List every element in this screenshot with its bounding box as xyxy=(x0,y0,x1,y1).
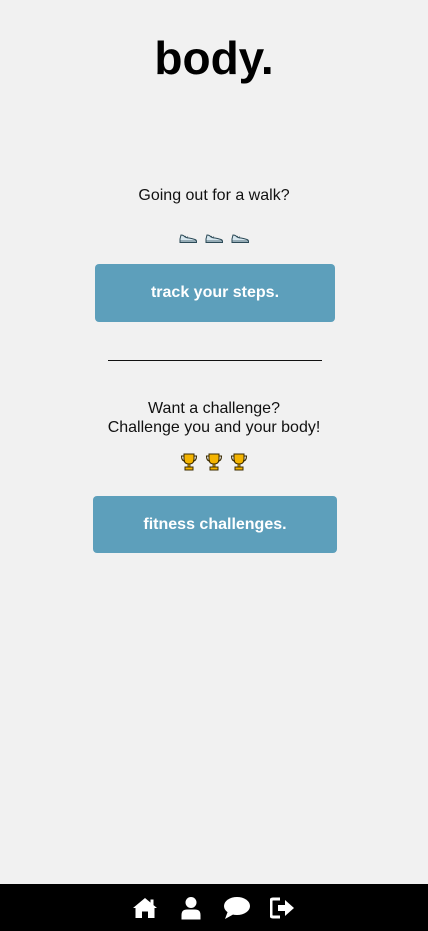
trophy-icon xyxy=(179,452,199,472)
track-steps-button[interactable]: track your steps. xyxy=(95,264,335,322)
trophy-icons-row xyxy=(0,452,428,472)
trophy-icon xyxy=(229,452,249,472)
shoe-icons-row xyxy=(0,227,428,247)
nav-logout-button[interactable] xyxy=(270,896,296,920)
section-divider xyxy=(108,360,322,361)
running-shoe-icon xyxy=(230,227,250,247)
nav-profile-button[interactable] xyxy=(179,896,203,920)
challenge-prompt-line2: Challenge you and your body! xyxy=(107,419,321,436)
home-icon xyxy=(132,897,158,919)
sign-out-icon xyxy=(270,897,296,919)
fitness-challenges-button[interactable]: fitness challenges. xyxy=(93,496,337,553)
app-title: body. xyxy=(154,32,274,84)
bottom-nav-bar xyxy=(0,884,428,931)
running-shoe-icon xyxy=(178,227,198,247)
walk-prompt: Going out for a walk? xyxy=(138,187,290,204)
challenge-prompt: Want a challenge? Challenge you and your… xyxy=(0,399,428,437)
nav-home-button[interactable] xyxy=(133,896,157,920)
chat-icon xyxy=(223,896,251,920)
trophy-icon xyxy=(204,452,224,472)
user-icon xyxy=(180,896,202,920)
nav-chat-button[interactable] xyxy=(223,896,251,920)
challenge-prompt-line1: Want a challenge? xyxy=(148,400,280,417)
running-shoe-icon xyxy=(204,227,224,247)
